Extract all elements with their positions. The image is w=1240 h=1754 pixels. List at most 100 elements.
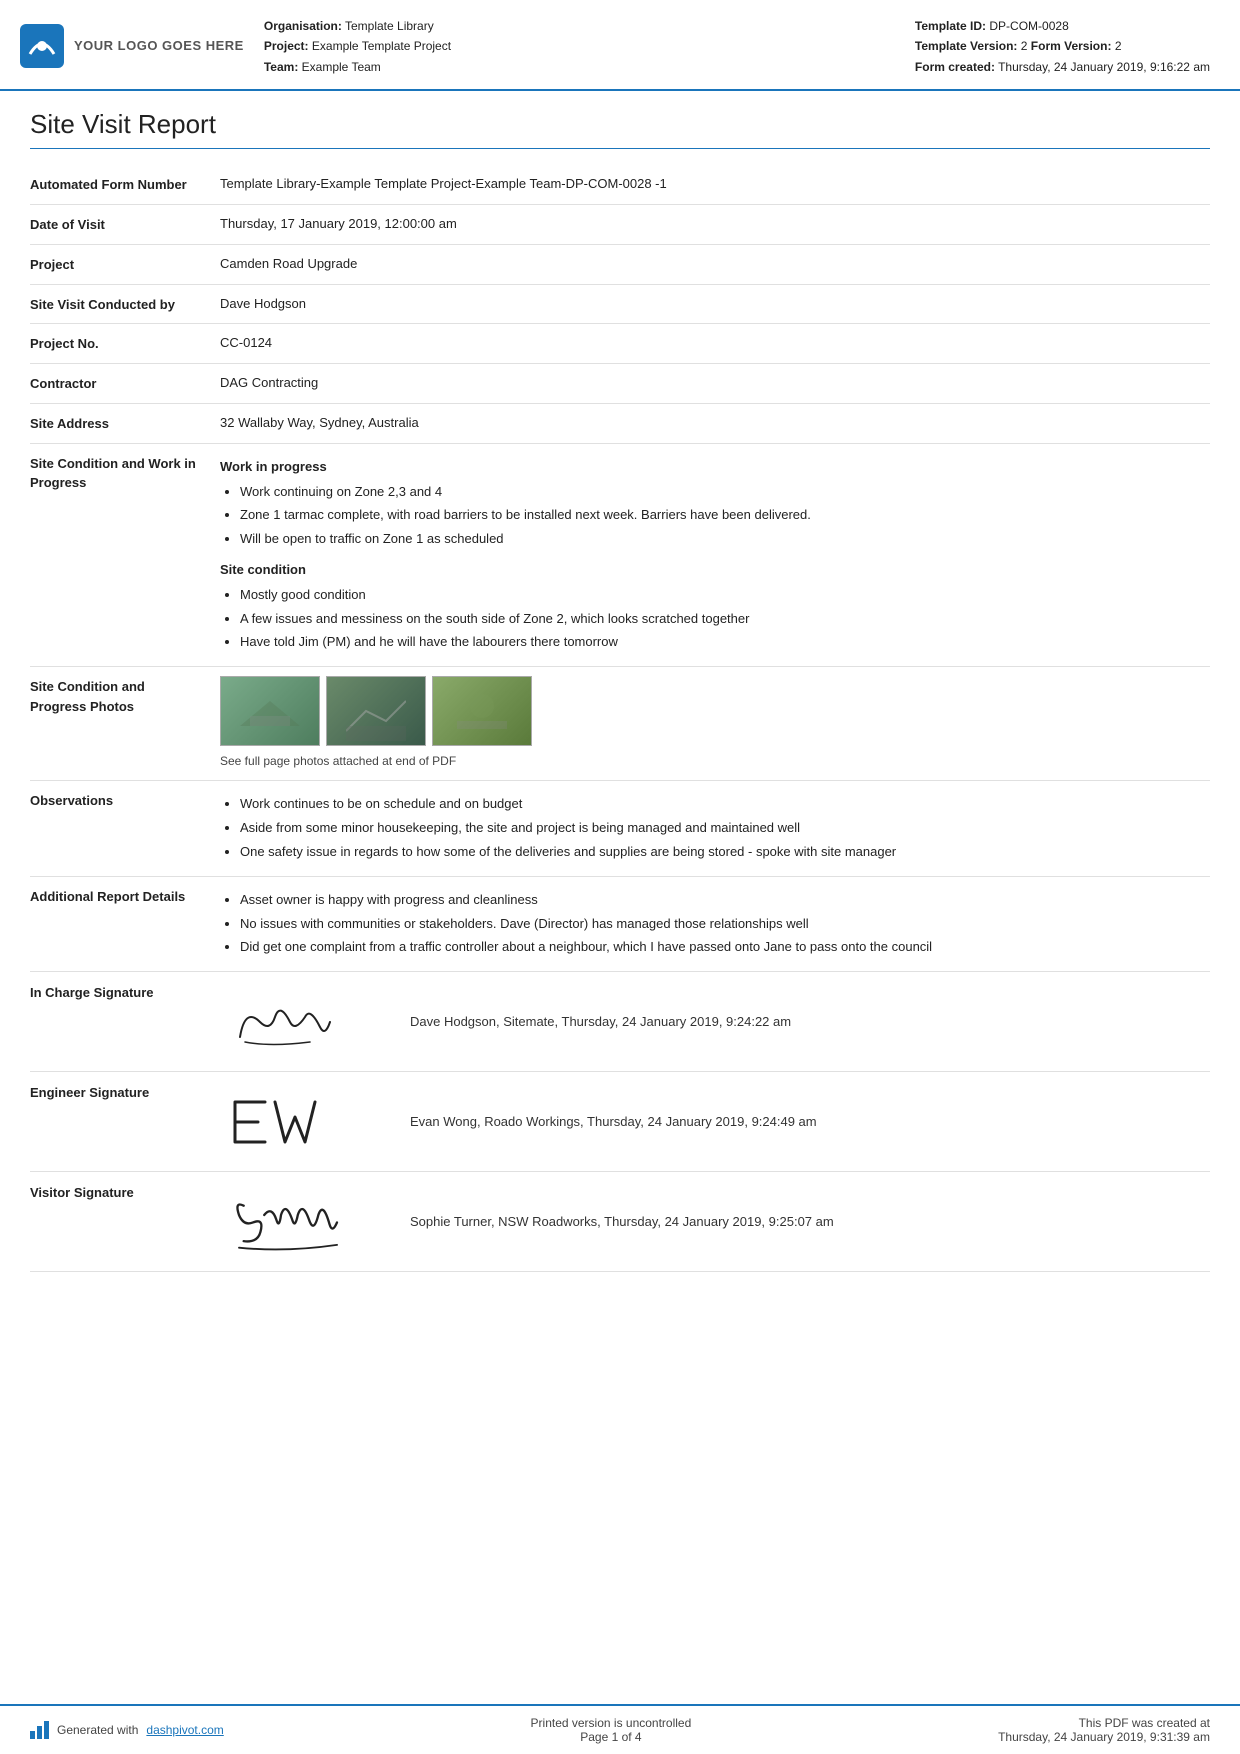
label-observations: Observations [30,790,220,811]
label-date-of-visit: Date of Visit [30,214,220,235]
row-additional: Additional Report Details Asset owner is… [30,877,1210,972]
photo-thumb-2 [326,676,426,746]
sig-content-engineer: Evan Wong, Roado Workings, Thursday, 24 … [220,1084,1210,1159]
org-value: Template Library [345,19,434,33]
value-additional: Asset owner is happy with progress and c… [220,886,1210,962]
value-site-condition: Work in progress Work continuing on Zone… [220,453,1210,657]
sig-text-visitor: Sophie Turner, NSW Roadworks, Thursday, … [410,1214,834,1229]
pdf-created-value: Thursday, 24 January 2019, 9:31:39 am [998,1730,1210,1744]
row-site-visit-conducted: Site Visit Conducted by Dave Hodgson [30,285,1210,325]
row-automated-form-number: Automated Form Number Template Library-E… [30,165,1210,205]
project-value: Example Template Project [312,39,451,53]
logo-text: YOUR LOGO GOES HERE [74,38,244,53]
value-contractor: DAG Contracting [220,373,1210,394]
value-observations: Work continues to be on schedule and on … [220,790,1210,866]
org-label: Organisation: [264,19,342,33]
sig-svg-engineer [220,1087,370,1157]
label-additional: Additional Report Details [30,886,220,907]
sig-svg-in-charge [220,987,370,1057]
observations-item3: One safety issue in regards to how some … [240,842,1210,863]
org-line: Organisation: Template Library [264,16,895,36]
main-content: Site Visit Report Automated Form Number … [0,91,1240,1704]
photos-area [220,676,1210,746]
header: YOUR LOGO GOES HERE Organisation: Templa… [0,0,1240,91]
site-condition-heading1: Work in progress [220,457,1210,478]
form-created-value: Thursday, 24 January 2019, 9:16:22 am [998,60,1210,74]
sig-content-in-charge: Dave Hodgson, Sitemate, Thursday, 24 Jan… [220,984,1210,1059]
label-visitor-signature: Visitor Signature [30,1184,220,1200]
team-label: Team: [264,60,298,74]
page: YOUR LOGO GOES HERE Organisation: Templa… [0,0,1240,1754]
row-in-charge-signature: In Charge Signature Dave Hodgson, Sitema… [30,972,1210,1072]
printed-label: Printed version is uncontrolled [531,1716,692,1730]
project-label: Project: [264,39,309,53]
row-site-address: Site Address 32 Wallaby Way, Sydney, Aus… [30,404,1210,444]
sig-text-engineer: Evan Wong, Roado Workings, Thursday, 24 … [410,1114,817,1129]
page-label: Page 1 of 4 [531,1730,692,1744]
label-automated-form-number: Automated Form Number [30,174,220,195]
form-created-line: Form created: Thursday, 24 January 2019,… [915,57,1210,77]
footer-link[interactable]: dashpivot.com [146,1723,223,1737]
label-project: Project [30,254,220,275]
site-condition-item5: A few issues and messiness on the south … [240,609,1210,630]
sig-text-in-charge: Dave Hodgson, Sitemate, Thursday, 24 Jan… [410,1014,791,1029]
bar1 [30,1731,35,1739]
photo-svg-2 [346,681,406,741]
row-project: Project Camden Road Upgrade [30,245,1210,285]
header-middle: Organisation: Template Library Project: … [264,14,895,77]
value-automated-form-number: Template Library-Example Template Projec… [220,174,1210,195]
bar2 [37,1726,42,1739]
row-project-no: Project No. CC-0124 [30,324,1210,364]
value-site-address: 32 Wallaby Way, Sydney, Australia [220,413,1210,434]
project-line: Project: Example Template Project [264,36,895,56]
additional-item2: No issues with communities or stakeholde… [240,914,1210,935]
footer: Generated with dashpivot.com Printed ver… [0,1704,1240,1754]
value-photos: See full page photos attached at end of … [220,676,1210,771]
observations-item1: Work continues to be on schedule and on … [240,794,1210,815]
row-site-condition: Site Condition and Work in Progress Work… [30,444,1210,667]
header-right: Template ID: DP-COM-0028 Template Versio… [915,14,1210,77]
additional-item3: Did get one complaint from a traffic con… [240,937,1210,958]
value-date-of-visit: Thursday, 17 January 2019, 12:00:00 am [220,214,1210,235]
site-condition-list2: Mostly good condition A few issues and m… [240,585,1210,653]
pdf-created-label: This PDF was created at [998,1716,1210,1730]
value-site-visit-conducted: Dave Hodgson [220,294,1210,315]
photo-thumb-1 [220,676,320,746]
label-photos: Site Condition and Progress Photos [30,676,220,716]
label-site-condition: Site Condition and Work in Progress [30,453,220,493]
team-value: Example Team [302,60,381,74]
version-line: Template Version: 2 Form Version: 2 [915,36,1210,56]
observations-list: Work continues to be on schedule and on … [240,794,1210,862]
footer-right: This PDF was created at Thursday, 24 Jan… [998,1716,1210,1744]
footer-left: Generated with dashpivot.com [30,1721,224,1739]
photo-thumb-3 [432,676,532,746]
row-date-of-visit: Date of Visit Thursday, 17 January 2019,… [30,205,1210,245]
site-condition-item6: Have told Jim (PM) and he will have the … [240,632,1210,653]
bar3 [44,1721,49,1739]
row-observations: Observations Work continues to be on sch… [30,781,1210,876]
form-version-label: Form Version: [1031,39,1112,53]
template-id-label: Template ID: [915,19,986,33]
bars-icon [30,1721,49,1739]
label-contractor: Contractor [30,373,220,394]
site-condition-list1: Work continuing on Zone 2,3 and 4 Zone 1… [240,482,1210,550]
generated-label: Generated with [57,1723,138,1737]
template-version-label: Template Version: [915,39,1017,53]
site-condition-item3: Will be open to traffic on Zone 1 as sch… [240,529,1210,550]
report-title: Site Visit Report [30,109,1210,149]
label-engineer-signature: Engineer Signature [30,1084,220,1100]
photo-svg-3 [452,681,512,741]
site-condition-heading2: Site condition [220,560,1210,581]
sig-image-engineer [220,1084,380,1159]
form-created-label: Form created: [915,60,995,74]
photo-svg-1 [240,681,300,741]
observations-item2: Aside from some minor housekeeping, the … [240,818,1210,839]
value-project: Camden Road Upgrade [220,254,1210,275]
additional-item1: Asset owner is happy with progress and c… [240,890,1210,911]
row-contractor: Contractor DAG Contracting [30,364,1210,404]
row-photos: Site Condition and Progress Photos [30,667,1210,781]
additional-list: Asset owner is happy with progress and c… [240,890,1210,958]
label-project-no: Project No. [30,333,220,354]
sig-image-in-charge [220,984,380,1059]
row-visitor-signature: Visitor Signature Sophie Turner, NSW Roa… [30,1172,1210,1272]
